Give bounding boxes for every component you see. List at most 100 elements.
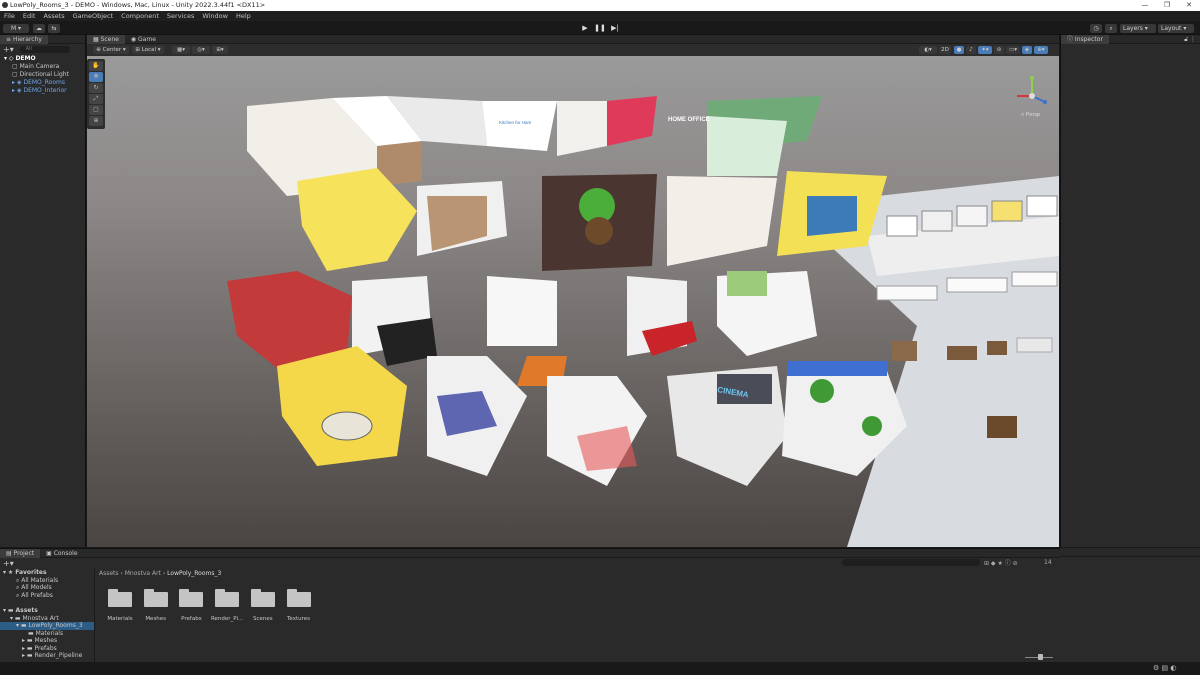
tree-mnostva-art-label: Mnostva Art [22,614,59,622]
menu-file[interactable]: File [0,11,19,21]
tree-meshes-label: Meshes [34,637,58,644]
folder-icon[interactable] [250,589,275,607]
render-mode-icon[interactable]: ◐▾ [919,46,937,54]
menu-edit[interactable]: Edit [19,11,40,21]
scene-view-panel: ▦ Scene ◉ Game ⊕ Center ▾ ⊞ Local ▾ ▦▾ ◎▾… [87,35,1059,547]
folder-icon[interactable] [108,589,132,607]
menu-gameobject[interactable]: GameObject [69,11,118,21]
menu-assets[interactable]: Assets [39,11,68,21]
game-tab-label: Game [138,36,156,43]
tree-meshes[interactable]: ▸ ▬ Meshes [0,637,94,645]
filter-icons[interactable]: ⊞ ◆ ★ ⓘ ⊘ [984,558,1018,567]
hidden-objects-icon[interactable]: ⊘ [994,46,1004,54]
tab-hierarchy[interactable]: ≡ Hierarchy [0,35,48,44]
gizmos-icon[interactable]: ◈ [1022,46,1032,54]
search-icon[interactable]: ⌕ [1105,24,1117,33]
tab-inspector[interactable]: ⓘ Inspector [1061,35,1109,44]
menu-window[interactable]: Window [198,11,232,21]
space-local-dropdown[interactable]: ⊞ Local ▾ [132,46,164,54]
rect-tool-icon[interactable]: ▢ [89,105,103,115]
scale-tool-icon[interactable]: ⤢ [89,94,103,104]
tab-scene[interactable]: ▦ Scene [87,35,125,44]
orientation-icon[interactable]: ⊕▾ [1034,46,1048,54]
fav-all-materials[interactable]: ⌕ All Materials [0,577,94,585]
account-dropdown[interactable]: M ▾ [3,24,29,33]
rotate-tool-icon[interactable]: ↻ [89,83,103,93]
breadcrumb-assets[interactable]: Assets [99,570,119,577]
folder-icon[interactable] [179,589,204,607]
folder-icon[interactable] [215,589,240,607]
create-icon[interactable]: +▾ [3,559,14,568]
tab-project[interactable]: ▤ Project [0,549,41,558]
layout-dropdown[interactable]: Layout ▾ [1158,24,1194,33]
tree-render-pipeline-label: Render_Pipeline [34,652,83,659]
layout-label: Layout [1161,25,1182,32]
breadcrumb-lowpoly[interactable]: LowPoly_Rooms_3 [167,570,221,577]
menu-help[interactable]: Help [232,11,255,21]
project-tabs: ▤ Project ▣ Console [0,549,1060,558]
hierarchy-item[interactable]: ▸ ◈ DEMO_Rooms [0,79,85,87]
lock-icon[interactable]: 🔓︎ ⋮ [1184,36,1196,44]
hierarchy-item[interactable]: ▢ Directional Light [0,71,85,79]
hierarchy-item[interactable]: ▸ ◈ DEMO_Interior [0,87,85,95]
vertex-snap-icon[interactable]: ⊞▾ [212,46,228,54]
add-icon[interactable]: +▾ [3,45,14,54]
fav-all-models[interactable]: ⌕ All Models [0,584,94,592]
folder-icon[interactable] [143,589,168,607]
tree-lowpoly-rooms-label: LowPoly_Rooms_3 [28,622,83,629]
folder-label[interactable]: Textures [279,616,319,622]
grid-snap-icon[interactable]: ▦▾ [172,46,190,54]
tree-render-pipeline[interactable]: ▸ ▬ Render_Pipeline [0,652,94,660]
pivot-center-dropdown[interactable]: ⊕ Center ▾ [93,46,129,54]
hierarchy-search-input[interactable]: All [19,45,70,53]
tab-console[interactable]: ▣ Console [40,549,83,558]
play-button[interactable]: ▶ [579,24,591,33]
hand-tool-icon[interactable]: ✋ [89,61,103,71]
favorites-header[interactable]: ▾ ★ Favorites [0,569,94,577]
gameobject-icon: ▸ ◈ [12,79,24,86]
pause-button[interactable]: ❚❚ [594,24,606,33]
menu-component[interactable]: Component [117,11,163,21]
hierarchy-item[interactable]: ▢ Main Camera [0,63,85,71]
snap-increment-icon[interactable]: ◎▾ [192,46,210,54]
tree-materials[interactable]: ▬ Materials [0,630,94,638]
effects-icon[interactable]: ✦▾ [978,46,992,54]
folder-icon[interactable] [286,589,311,607]
scene-viewport[interactable]: HOME OFFICE CINEMA Kitchen for Ham < Per… [87,56,1059,547]
camera-icon[interactable]: ▭▾ [1006,46,1020,54]
status-icons[interactable]: ⚙ ▤ ◐ [1153,664,1176,672]
tree-prefabs[interactable]: ▸ ▬ Prefabs [0,645,94,653]
folder-label[interactable]: Render_Pi... [207,616,247,622]
hidden-count: 14 [1044,559,1052,566]
assets-header[interactable]: ▾ ▬ Assets [0,607,94,615]
minimize-button[interactable]: — [1134,0,1156,11]
layers-dropdown[interactable]: Layers ▾ [1120,24,1156,33]
folder-label[interactable]: Meshes [136,616,176,622]
history-icon[interactable]: ◷ [1090,24,1102,33]
maximize-button[interactable]: ❐ [1156,0,1178,11]
hierarchy-panel: ≡ Hierarchy +▾ All ▾ ◇ DEMO ▢ Main Camer… [0,35,86,547]
cloud-icon[interactable]: ☁ [33,24,45,33]
zoom-slider-handle[interactable] [1038,654,1043,660]
collab-icon[interactable]: ⇆ [48,24,60,33]
folder-label[interactable]: Materials [100,616,140,622]
fav-all-prefabs[interactable]: ⌕ All Prefabs [0,592,94,600]
folder-label[interactable]: Prefabs [171,616,211,622]
folder-label[interactable]: Scenes [243,616,283,622]
tree-lowpoly-rooms[interactable]: ▾ ▬ LowPoly_Rooms_3 [0,622,94,630]
hierarchy-item[interactable]: ▾ ◇ DEMO [0,55,85,63]
move-tool-icon[interactable]: ✥ [89,72,103,82]
audio-icon[interactable]: ♪ [966,46,976,54]
menu-services[interactable]: Services [163,11,198,21]
pivot-label: Center [102,47,122,53]
breadcrumb-mnostva[interactable]: Mnostva Art [125,570,161,577]
mode-2d-toggle[interactable]: 2D [939,46,951,54]
project-search-input[interactable] [842,559,980,566]
lighting-icon[interactable]: ● [954,46,964,54]
perspective-label[interactable]: < Persp [1021,112,1040,118]
step-button[interactable]: ▶| [609,24,621,33]
transform-tool-icon[interactable]: ⊕ [89,116,103,126]
close-button[interactable]: ✕ [1178,0,1200,11]
tab-game[interactable]: ◉ Game [125,35,162,44]
tree-mnostva-art[interactable]: ▾ ▬ Mnostva Art [0,615,94,623]
